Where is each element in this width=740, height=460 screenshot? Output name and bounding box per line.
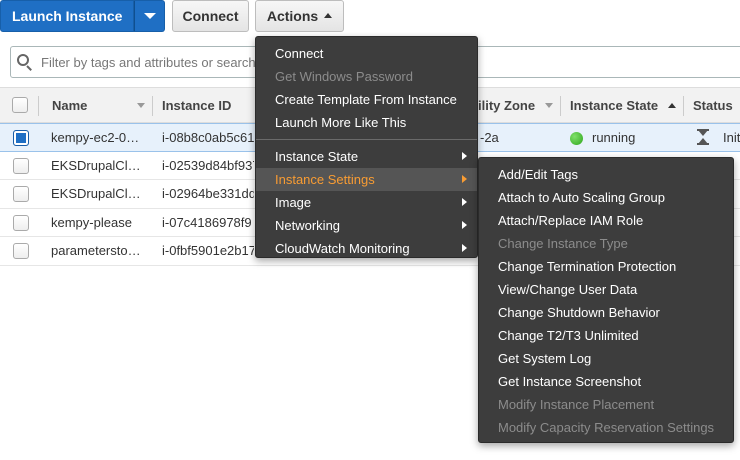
actions-button[interactable]: Actions [255, 0, 344, 32]
chevron-right-icon [462, 198, 467, 206]
cell-availability-zone: -2a [480, 130, 499, 145]
menu-item-attach-auto-scaling[interactable]: Attach to Auto Scaling Group [479, 186, 733, 209]
ec2-console: Launch Instance Connect Actions Filter b… [0, 0, 740, 460]
cell-instance-id: i-07c4186978f9 [162, 214, 252, 230]
row-checkbox[interactable] [13, 214, 29, 231]
menu-divider [256, 139, 477, 140]
row-checkbox[interactable] [13, 186, 29, 202]
actions-menu: Connect Get Windows Password Create Temp… [255, 36, 478, 258]
sort-ascending-icon[interactable] [668, 103, 676, 108]
chevron-right-icon [462, 221, 467, 229]
instance-settings-menu: Add/Edit Tags Attach to Auto Scaling Gro… [478, 157, 734, 443]
submenu-label: Image [275, 195, 312, 210]
menu-item-connect[interactable]: Connect [256, 42, 477, 65]
row-checkbox[interactable] [13, 157, 29, 174]
cell-instance-id: i-02964be331dd [162, 186, 254, 201]
menu-item-modify-instance-placement: Modify Instance Placement [498, 397, 655, 412]
sort-icon[interactable] [137, 103, 145, 108]
menu-item-change-t2-t3-unlimited[interactable]: Change T2/T3 Unlimited [479, 324, 733, 347]
chevron-right-icon [462, 152, 467, 160]
launch-instance-dropdown-button[interactable] [134, 0, 165, 32]
column-instance-id[interactable]: Instance ID [162, 88, 231, 124]
column-status-checks[interactable]: Status C [693, 88, 740, 149]
column-availability-zone[interactable]: ility Zone [478, 88, 535, 124]
launch-instance-button[interactable]: Launch Instance [0, 0, 134, 32]
connect-button[interactable]: Connect [172, 0, 249, 32]
submenu-label: Networking [275, 218, 341, 233]
actions-label: Actions [266, 8, 319, 24]
hourglass-icon [697, 129, 709, 145]
submenu-instance-settings[interactable]: Instance Settings [256, 168, 477, 191]
menu-item-create-template[interactable]: Create Template From Instance [256, 88, 477, 111]
select-all-checkbox[interactable] [12, 97, 28, 113]
menu-item-view-change-user-data[interactable]: View/Change User Data [479, 278, 733, 301]
cell-name: EKSDrupalCl… [51, 186, 141, 201]
launch-instance-label: Launch Instance [12, 8, 123, 24]
submenu-label: Instance State [275, 149, 359, 164]
chevron-down-icon [143, 13, 156, 19]
cell-name: kempy-please [51, 214, 132, 230]
cell-name: parametersto… [51, 243, 141, 258]
submenu-label: CloudWatch Monitoring [275, 241, 410, 256]
chevron-right-icon [462, 244, 467, 252]
connect-label: Connect [182, 8, 239, 24]
menu-item-change-instance-type: Change Instance Type [498, 236, 628, 251]
cell-name: EKSDrupalCl… [51, 157, 141, 173]
chevron-up-icon [324, 12, 333, 18]
submenu-cloudwatch-monitoring[interactable]: CloudWatch Monitoring [256, 237, 477, 260]
search-icon [17, 54, 33, 71]
cell-instance-state: running [592, 130, 636, 145]
menu-item-get-windows-password: Get Windows Password [275, 69, 413, 84]
menu-item-launch-more-like-this[interactable]: Launch More Like This [256, 111, 477, 134]
menu-item-add-edit-tags[interactable]: Add/Edit Tags [479, 163, 733, 186]
cell-instance-id: i-08b8c0ab5c61 [162, 130, 254, 145]
menu-item-change-termination-protection[interactable]: Change Termination Protection [479, 255, 733, 278]
running-status-icon [570, 132, 583, 145]
menu-item-modify-capacity-reservation: Modify Capacity Reservation Settings [498, 420, 715, 435]
row-checkbox[interactable] [13, 130, 29, 146]
cell-instance-id: i-0fbf5901e2b17 [162, 243, 254, 258]
column-instance-state[interactable]: Instance State [570, 88, 658, 124]
sort-icon[interactable] [545, 103, 553, 108]
menu-item-get-instance-screenshot[interactable]: Get Instance Screenshot [479, 370, 733, 393]
row-checkbox[interactable] [13, 243, 29, 259]
submenu-instance-state[interactable]: Instance State [256, 145, 477, 168]
menu-item-get-system-log[interactable]: Get System Log [479, 347, 733, 370]
column-name[interactable]: Name [52, 88, 87, 124]
submenu-networking[interactable]: Networking [256, 214, 477, 237]
cell-instance-id: i-02539d84bf937 [162, 157, 254, 173]
cell-status-checks: Init [723, 130, 740, 145]
submenu-image[interactable]: Image [256, 191, 477, 214]
cell-name: kempy-ec2-0… [51, 130, 140, 145]
search-input[interactable]: Filter by tags and attributes or search [41, 55, 256, 70]
submenu-label: Instance Settings [275, 172, 375, 187]
chevron-right-icon [462, 175, 467, 183]
menu-item-attach-iam-role[interactable]: Attach/Replace IAM Role [479, 209, 733, 232]
menu-item-change-shutdown-behavior[interactable]: Change Shutdown Behavior [479, 301, 733, 324]
